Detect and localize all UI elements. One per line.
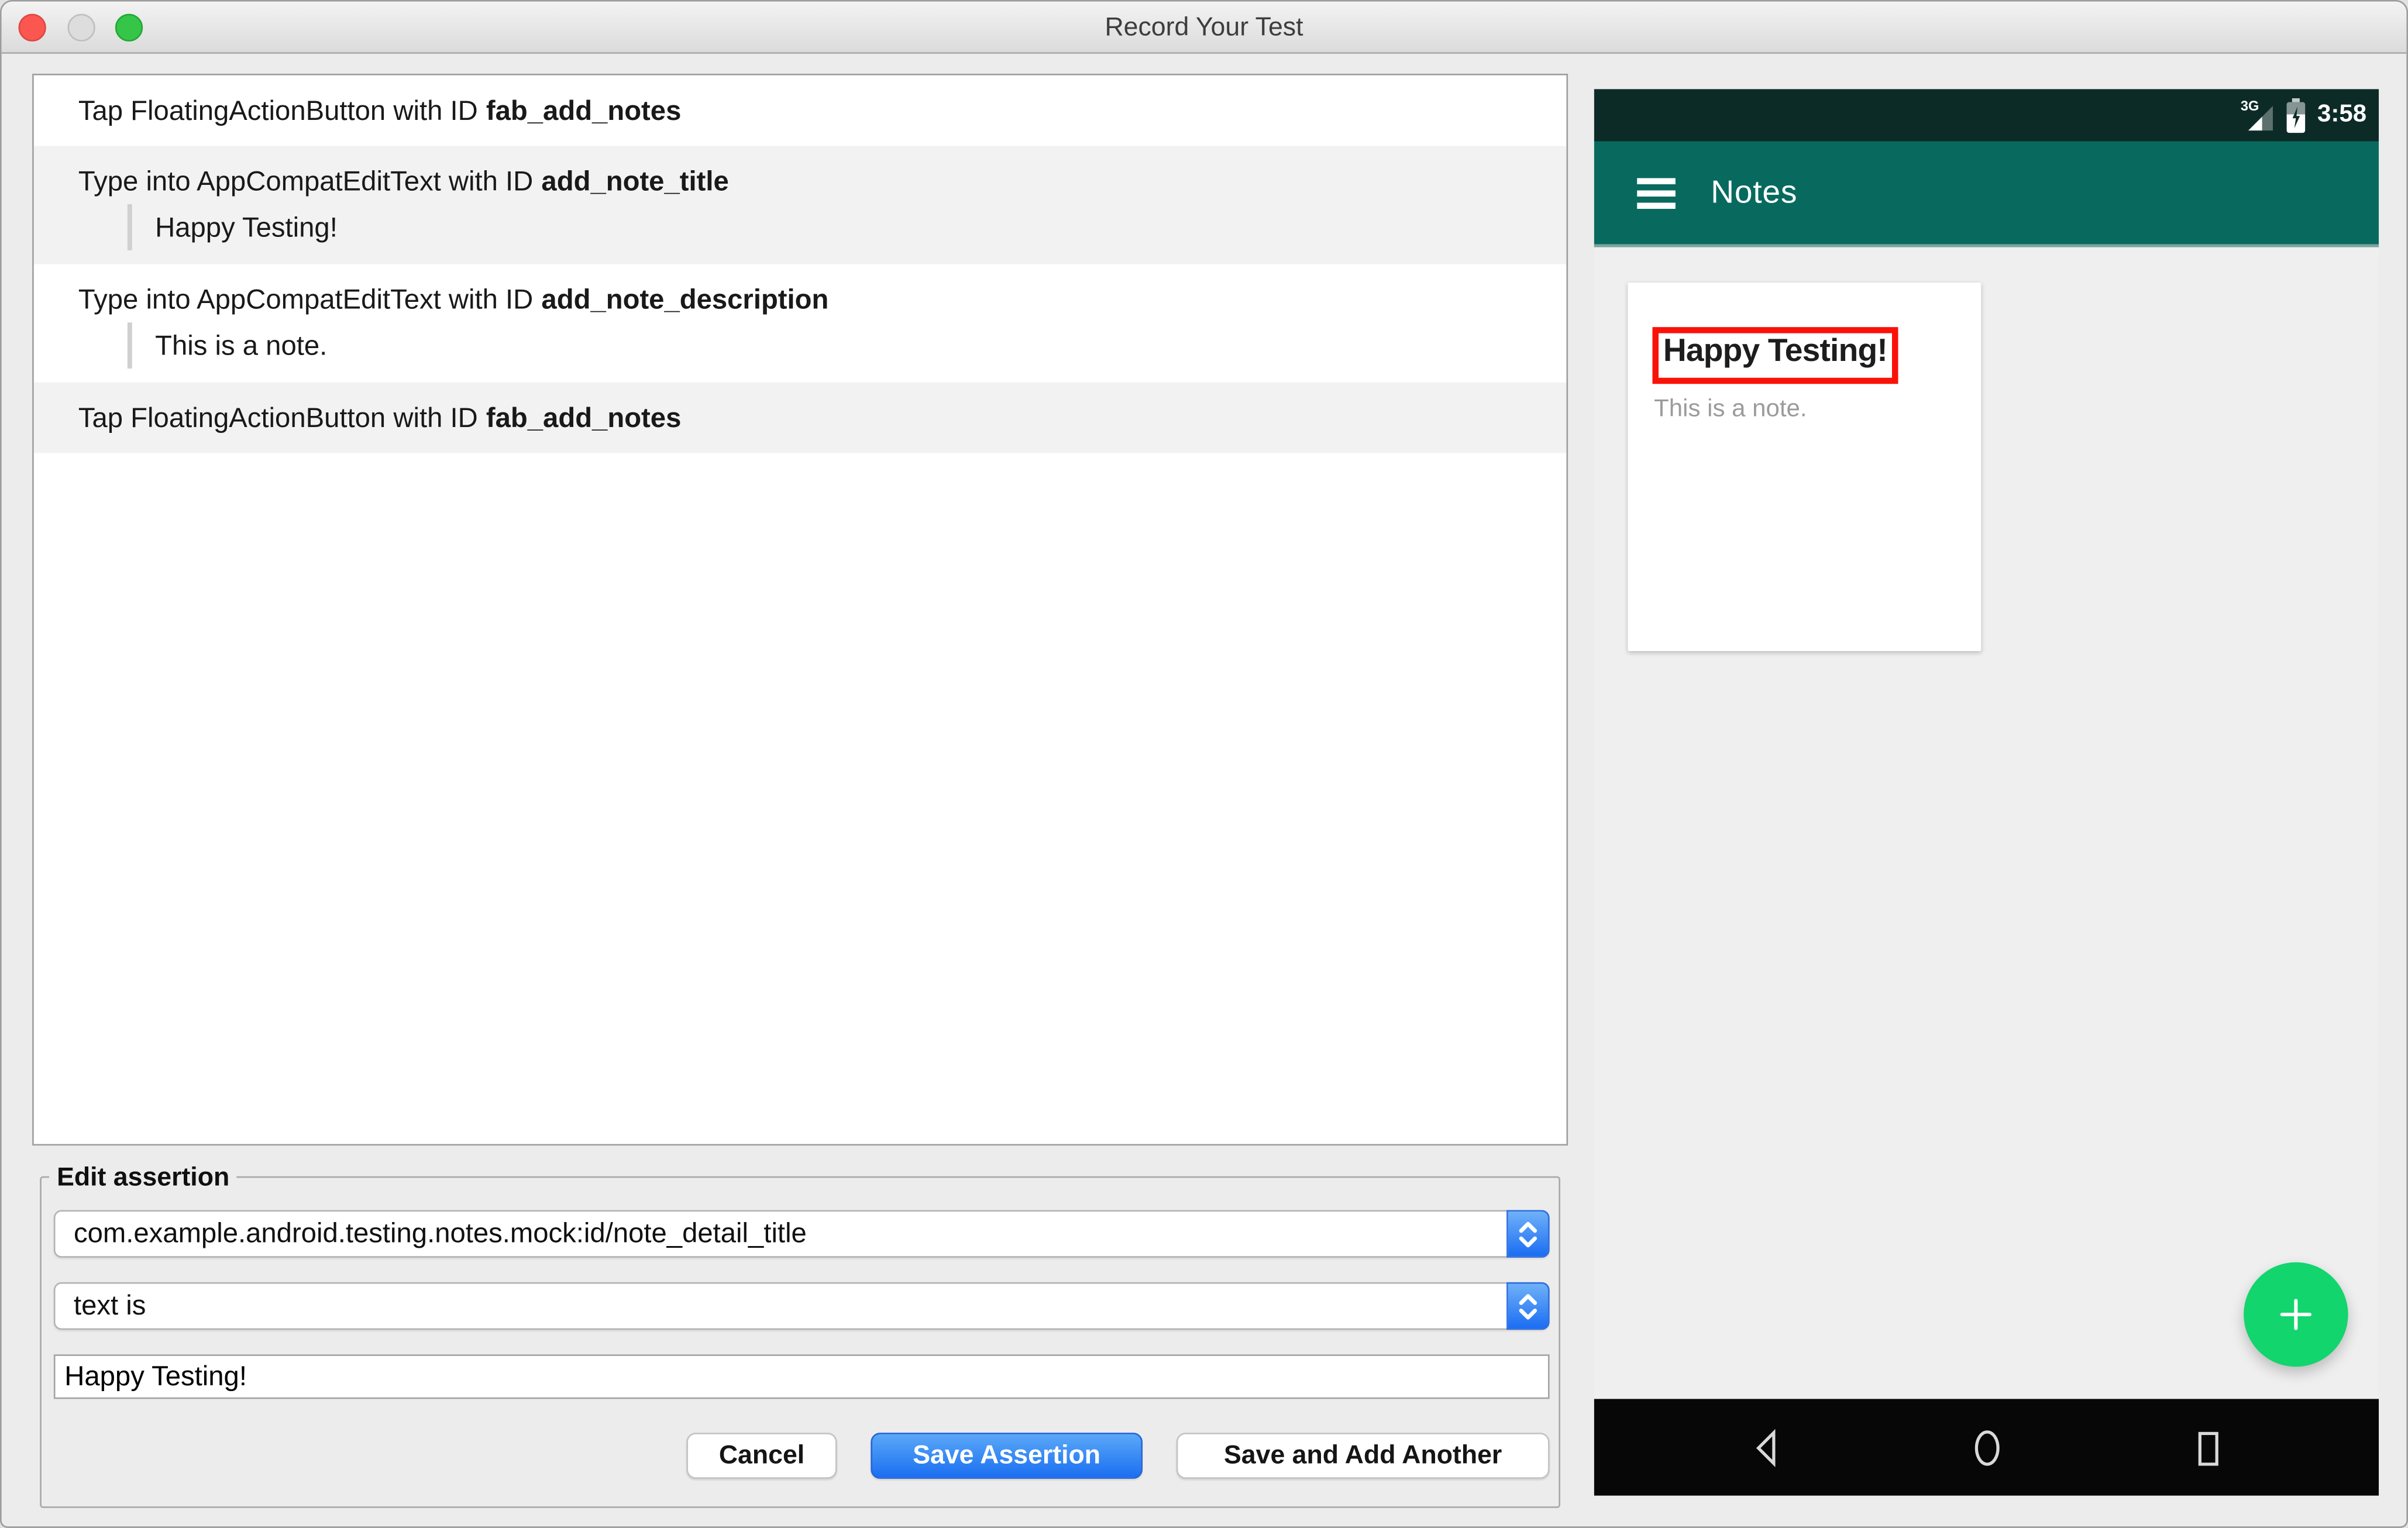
edit-assertion-legend: Edit assertion [49,1162,238,1193]
recents-button-icon [2198,1431,2218,1466]
back-button-icon [1756,1429,1776,1467]
chevron-up-down-icon[interactable] [1506,1210,1550,1258]
plus-icon [2280,1299,2312,1330]
battery-charging-icon [2286,97,2306,132]
action-target-id: add_note_title [541,165,729,196]
recorded-actions-list[interactable]: Tap FloatingActionButton with ID fab_add… [32,74,1568,1146]
action-target-id: fab_add_notes [486,94,682,125]
status-time: 3:58 [2317,101,2367,128]
device-status-bar: 3G 3:58 [1594,89,2379,142]
signal-3g-icon: 3G [2241,99,2273,131]
assertion-condition-value: text is [74,1290,146,1321]
save-assertion-button[interactable]: Save Assertion [871,1433,1143,1479]
action-target-id: fab_add_notes [486,401,682,432]
home-button-icon [1974,1430,2000,1466]
window-title: Record Your Test [1105,11,1303,41]
action-row-type-description[interactable]: Type into AppCompatEditText with ID add_… [34,264,1567,383]
screen: Record Your Test Tap FloatingActionButto… [0,0,2408,1528]
device-content: Happy Testing! This is a note. [1594,247,2379,1399]
typed-value: Happy Testing! [155,211,338,242]
zoom-window-button[interactable] [115,13,143,42]
app-bar-title: Notes [1711,174,1798,210]
note-title[interactable]: Happy Testing! [1663,333,1888,369]
note-description[interactable]: This is a note. [1654,396,1807,424]
assertion-element-select[interactable]: com.example.android.testing.notes.mock:i… [53,1210,1550,1258]
action-target-id: add_note_description [541,283,829,314]
add-note-fab[interactable] [2244,1262,2348,1367]
assertion-element-value: com.example.android.testing.notes.mock:i… [74,1217,807,1249]
cancel-button[interactable]: Cancel [686,1433,837,1479]
action-row-tap-fab-1[interactable]: Tap FloatingActionButton with ID fab_add… [34,75,1567,146]
minimize-window-button[interactable] [67,13,95,42]
typed-value-line: This is a note. [127,322,1567,369]
edit-assertion-group: Edit assertion com.example.android.testi… [40,1162,1560,1508]
note-card[interactable]: Happy Testing! This is a note. [1628,283,1982,651]
action-text: Type into AppCompatEditText with ID [78,165,534,196]
assertion-highlight-box: Happy Testing! [1652,327,1898,384]
action-row-tap-fab-2[interactable]: Tap FloatingActionButton with ID fab_add… [33,382,1567,453]
window-titlebar[interactable]: Record Your Test [1,1,2407,54]
action-text: Tap FloatingActionButton with ID [78,94,478,125]
close-window-button[interactable] [18,13,46,42]
action-text: Tap FloatingActionButton with ID [78,401,478,432]
device-app-bar: Notes [1594,141,2379,247]
svg-text:3G: 3G [2241,99,2259,114]
action-text: Type into AppCompatEditText with ID [78,283,534,314]
typed-value: This is a note. [155,329,328,360]
assertion-condition-select[interactable]: text is [53,1282,1550,1330]
typed-value-line: Happy Testing! [127,204,1567,250]
chevron-up-down-icon[interactable] [1506,1282,1550,1330]
record-your-test-window: Record Your Test Tap FloatingActionButto… [0,0,2408,1528]
action-row-type-title[interactable]: Type into AppCompatEditText with ID add_… [33,146,1567,264]
device-nav-bar [1594,1399,2379,1496]
save-and-add-another-button[interactable]: Save and Add Another [1176,1433,1550,1479]
assertion-value-input[interactable] [53,1354,1550,1399]
menu-icon [1637,177,1676,208]
device-screenshot[interactable]: 3G 3:58 Notes Happy Testing! This is a n… [1594,89,2379,1496]
